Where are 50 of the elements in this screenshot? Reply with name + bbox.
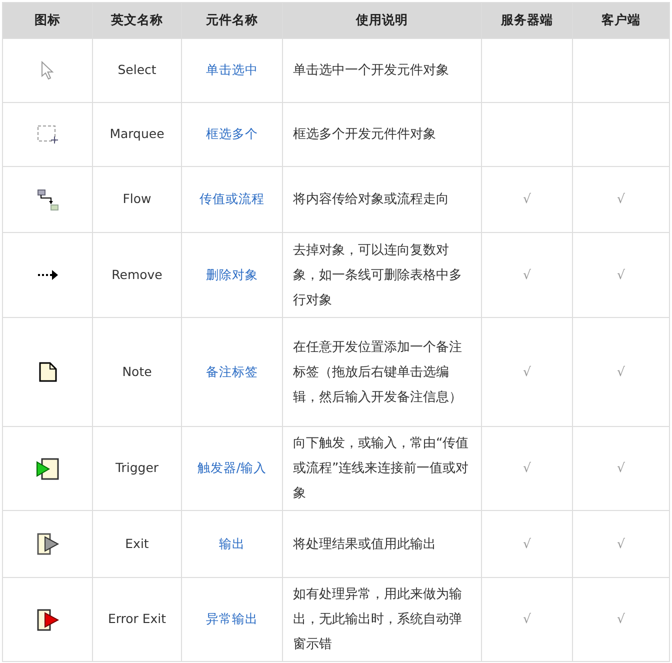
component-link[interactable]: 框选多个 <box>206 126 258 142</box>
trigger-icon <box>36 456 60 480</box>
component-link[interactable]: 触发器/输入 <box>197 460 267 476</box>
component-link[interactable]: 传值或流程 <box>200 191 264 206</box>
table-cell: 去掉对象，可以连向复数对象，如一条线可删除表格中多行对象 <box>282 232 482 318</box>
component-link[interactable]: 单击选中 <box>206 62 258 78</box>
exit-icon <box>36 532 60 556</box>
check-mark: √ <box>523 266 531 282</box>
table-cell: 在任意开发位置添加一个备注标签（拖放后右键单击选编辑，然后输入开发备注信息） <box>282 318 482 426</box>
column-header: 使用说明 <box>282 2 482 38</box>
table-cell: 如有处理异常，用此来做为输出，无此输出时，系统自动弹窗示错 <box>282 578 482 662</box>
component-link[interactable]: 异常输出 <box>206 611 258 626</box>
column-header: 客户端 <box>572 2 670 38</box>
table-cell: 将内容传给对象或流程走向 <box>282 166 482 232</box>
column-header: 英文名称 <box>92 2 182 38</box>
component-link[interactable]: 输出 <box>219 536 245 551</box>
note-icon <box>38 362 56 382</box>
table-cell: Note <box>92 318 182 426</box>
dotted-arrow-icon <box>36 269 58 282</box>
flow-icon <box>36 188 58 210</box>
table-cell: 向下触发，或输入，常由“传值或流程”连线来连接前一值或对象 <box>282 426 482 510</box>
table-cell: 单击选中一个开发元件对象 <box>282 38 482 102</box>
check-mark: √ <box>617 611 625 626</box>
error-exit-icon <box>36 608 60 632</box>
table-cell: Marquee <box>92 102 182 166</box>
column-header: 服务器端 <box>482 2 572 38</box>
check-mark: √ <box>523 536 531 551</box>
marquee-icon <box>36 124 58 144</box>
column-header: 元件名称 <box>182 2 282 38</box>
column-header: 图标 <box>2 2 92 38</box>
table-cell: Select <box>92 38 182 102</box>
check-mark: √ <box>617 536 625 551</box>
component-link[interactable]: 删除对象 <box>206 266 258 282</box>
check-mark: √ <box>523 611 531 626</box>
table-cell: 将处理结果或值用此输出 <box>282 510 482 578</box>
pointer-icon <box>40 60 54 80</box>
table-cell: 框选多个开发元件件对象 <box>282 102 482 166</box>
check-mark: √ <box>523 364 531 379</box>
check-mark: √ <box>617 364 625 379</box>
table-cell: Exit <box>92 510 182 578</box>
check-mark: √ <box>617 191 625 206</box>
table-cell: Remove <box>92 232 182 318</box>
check-mark: √ <box>523 460 531 476</box>
table-cell: Flow <box>92 166 182 232</box>
check-mark: √ <box>617 460 625 476</box>
table-cell: Error Exit <box>92 578 182 662</box>
check-mark: √ <box>617 266 625 282</box>
table-cell: Trigger <box>92 426 182 510</box>
check-mark: √ <box>523 191 531 206</box>
component-link[interactable]: 备注标签 <box>206 364 258 379</box>
